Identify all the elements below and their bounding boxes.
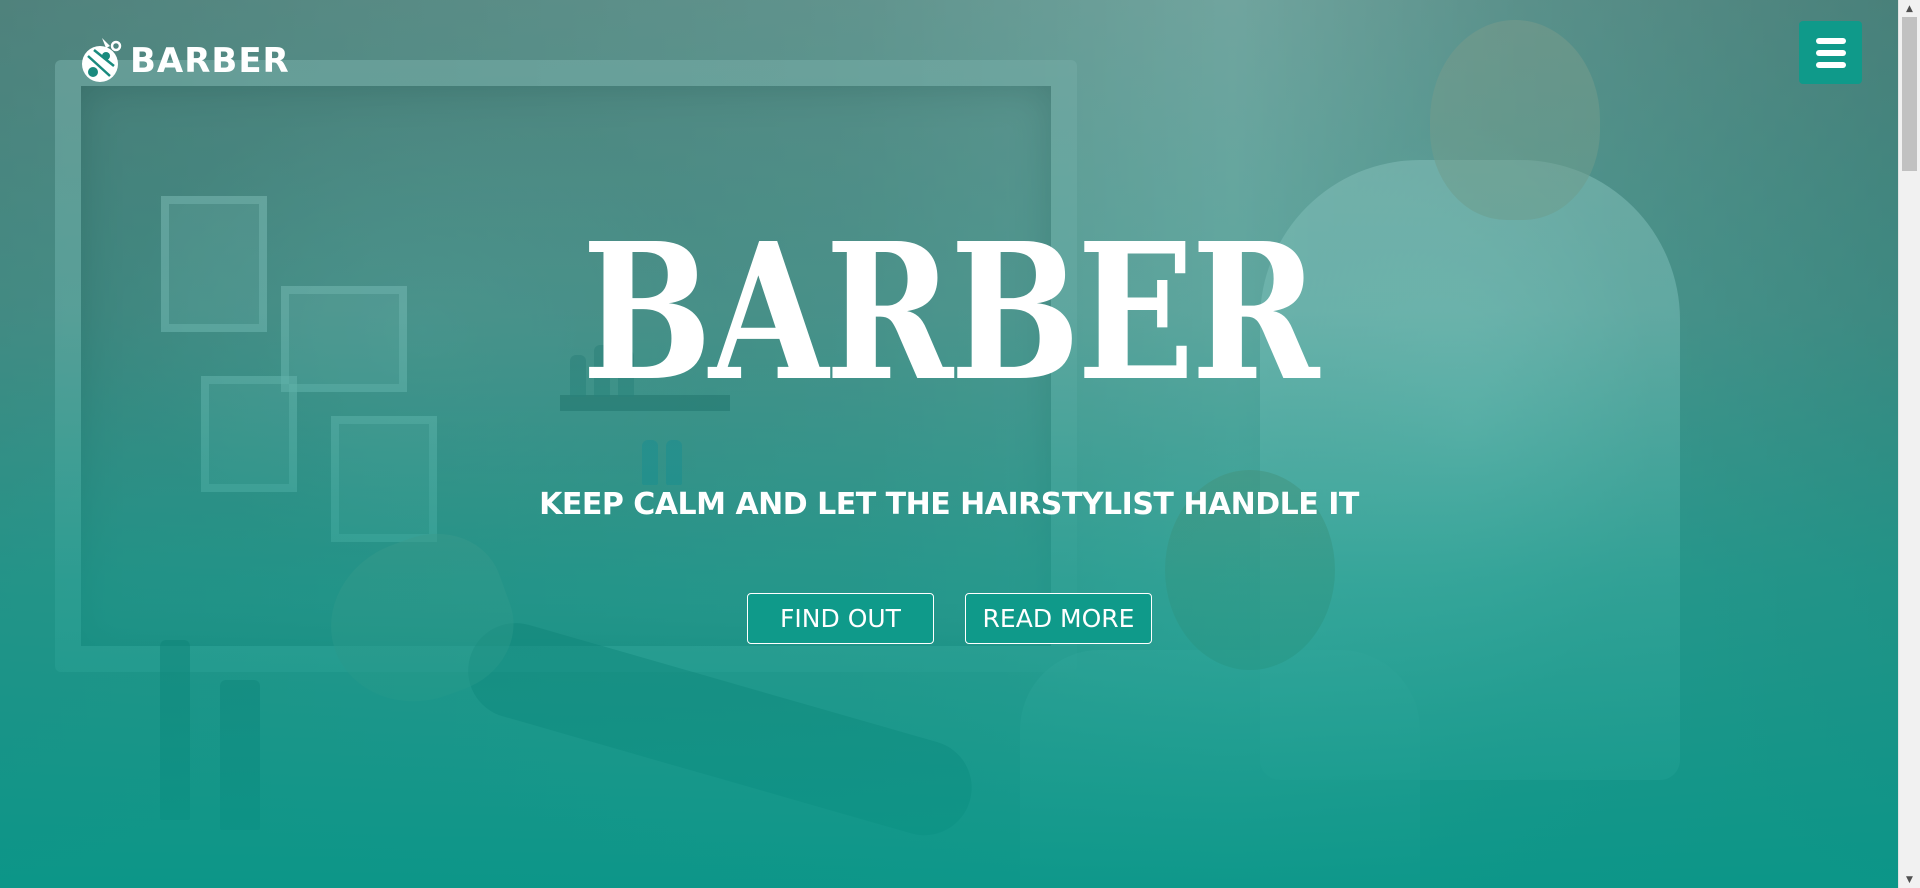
scroll-up-arrow-icon[interactable]: ▲ bbox=[1899, 0, 1920, 17]
logo-text: BARBER bbox=[130, 41, 290, 81]
teal-overlay bbox=[0, 0, 1898, 888]
scrollbar-thumb[interactable] bbox=[1902, 17, 1917, 171]
hero-title: BARBER bbox=[581, 202, 1320, 423]
barber-scissors-logo-icon bbox=[82, 38, 122, 82]
menu-button[interactable] bbox=[1799, 21, 1862, 84]
site-logo[interactable]: BARBER bbox=[80, 36, 290, 86]
hero-actions: FIND OUT READ MORE bbox=[747, 593, 1152, 644]
hero-tagline: KEEP CALM AND LET THE HAIRSTYLIST HANDLE… bbox=[539, 487, 1359, 522]
page: BARBER BARBER KEEP CALM AND LET THE HAIR… bbox=[0, 0, 1920, 888]
read-more-button[interactable]: READ MORE bbox=[965, 593, 1152, 644]
hamburger-menu-icon bbox=[1815, 37, 1846, 68]
vertical-scrollbar[interactable]: ▲ ▼ bbox=[1898, 0, 1920, 888]
find-out-button[interactable]: FIND OUT bbox=[747, 593, 934, 644]
scroll-down-arrow-icon[interactable]: ▼ bbox=[1899, 871, 1920, 888]
